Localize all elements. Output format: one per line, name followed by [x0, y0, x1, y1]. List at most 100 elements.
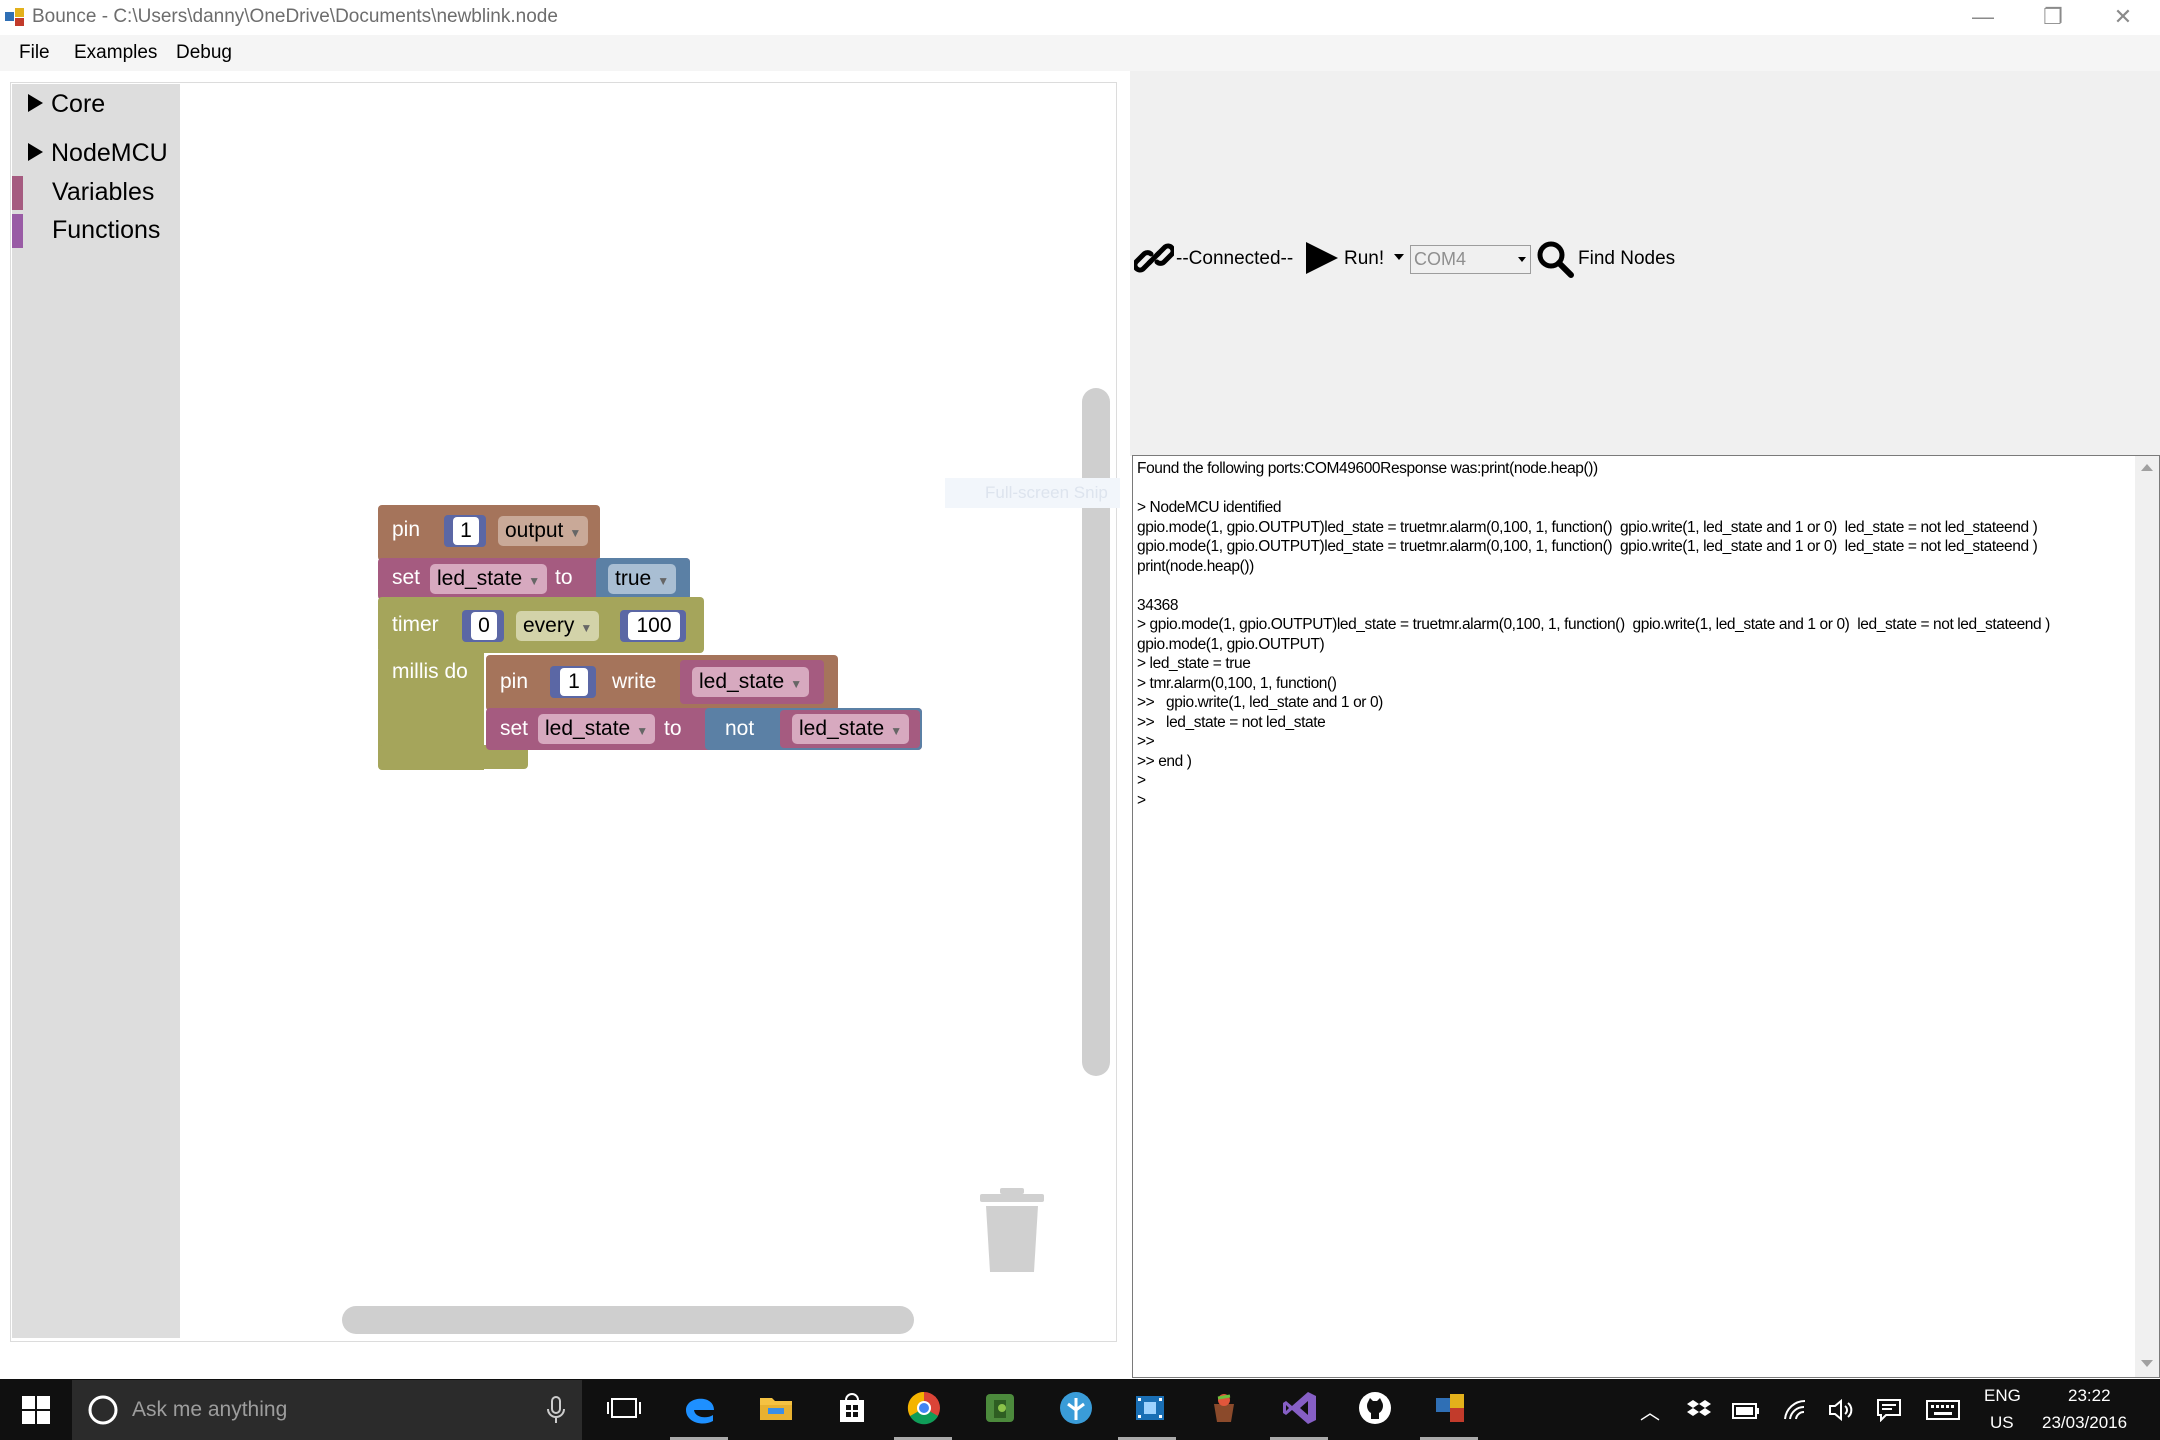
variable-dropdown[interactable]: led_state ▼	[692, 667, 810, 697]
window-title: Bounce - C:\Users\danny\OneDrive\Documen…	[32, 6, 558, 27]
dropdown-arrow-icon: ▼	[636, 724, 649, 738]
dropbox-icon[interactable]	[1686, 1398, 1712, 1427]
restore-icon: ❐	[2043, 4, 2063, 29]
chrome-icon[interactable]	[904, 1388, 944, 1428]
input-language[interactable]: ENG	[1984, 1386, 2021, 1406]
minimize-button[interactable]: —	[1950, 0, 2016, 34]
cortana-icon	[86, 1393, 120, 1432]
dropdown-value: led_state	[799, 717, 885, 740]
toolbox-label: NodeMCU	[51, 139, 168, 167]
dropdown-arrow-icon: ▼	[890, 724, 903, 738]
port-value: COM4	[1414, 249, 1467, 269]
tray-expand-icon[interactable]: ︿	[1640, 1396, 1660, 1425]
run-dropdown-arrow-icon[interactable]	[1394, 254, 1404, 260]
console-line: > led_state = true	[1137, 655, 1251, 672]
app-tree-icon[interactable]	[1056, 1388, 1096, 1428]
input-region[interactable]: US	[1990, 1413, 2014, 1433]
console-line: > NodeMCU identified	[1137, 499, 1282, 516]
variable-dropdown[interactable]: led_state ▼	[430, 564, 548, 594]
dropdown-value: output	[505, 519, 564, 542]
console-line: gpio.mode(1, gpio.OUTPUT)	[1137, 635, 1325, 653]
minimize-icon: —	[1972, 4, 1994, 29]
console-line: > tmr.alarm(0,100, 1, function()	[1137, 674, 1337, 692]
functions-color-stripe	[12, 214, 23, 248]
pin-mode-dropdown[interactable]: output ▼	[498, 516, 589, 546]
keyboard-icon[interactable]	[1926, 1400, 1960, 1425]
console-line: >> end )	[1137, 752, 1192, 770]
trash-icon[interactable]	[978, 1188, 1046, 1279]
console-scrollbar[interactable]	[2135, 456, 2159, 1377]
expand-arrow-icon	[28, 143, 43, 162]
console-line: >> gpio.write(1, led_state and 1 or 0)	[1137, 694, 1383, 711]
timer-interval-field[interactable]: 100	[628, 612, 680, 640]
block-keyword: to	[555, 566, 573, 589]
block-keyword: not	[725, 717, 755, 740]
restore-button[interactable]: ❐	[2020, 0, 2086, 34]
console-line: 34368	[1137, 596, 1179, 614]
close-icon: ✕	[2113, 4, 2133, 29]
visual-studio-icon[interactable]	[1280, 1388, 1320, 1428]
menu-debug[interactable]: Debug	[176, 42, 232, 64]
block-keyword: write	[612, 670, 657, 693]
menu-examples[interactable]: Examples	[74, 42, 157, 64]
dropdown-arrow-icon: ▼	[528, 574, 541, 588]
variable-dropdown[interactable]: led_state ▼	[792, 714, 910, 744]
block-keyword: set	[500, 717, 529, 740]
write-pin-field[interactable]: 1	[560, 668, 588, 696]
toolbox-category-nodemcu[interactable]: NodeMCU	[12, 139, 168, 168]
menu-file[interactable]: File	[19, 42, 50, 64]
dropdown-arrow-icon: ▼	[657, 574, 670, 588]
battery-icon[interactable]	[1732, 1402, 1760, 1425]
dropdown-value: every	[523, 614, 575, 637]
scroll-up-icon[interactable]	[2141, 464, 2153, 471]
connection-status: --Connected--	[1176, 248, 1294, 269]
edge-icon[interactable]	[680, 1388, 720, 1428]
evernote-icon[interactable]	[980, 1388, 1020, 1428]
pin-number-field[interactable]: 1	[453, 517, 479, 545]
movie-maker-icon[interactable]	[1130, 1388, 1170, 1428]
timer-repeat-dropdown[interactable]: every ▼	[516, 611, 600, 641]
toolbox-category-variables[interactable]: Variables	[52, 178, 154, 207]
variable-dropdown[interactable]: led_state ▼	[538, 714, 656, 744]
console-line: >	[1137, 772, 1146, 789]
expand-arrow-icon	[28, 94, 43, 113]
volume-icon[interactable]	[1828, 1398, 1854, 1427]
github-icon[interactable]	[1355, 1388, 1395, 1428]
console-line: >>	[1137, 733, 1155, 750]
action-center-icon[interactable]	[1876, 1398, 1902, 1427]
app-icon	[4, 6, 26, 28]
task-view-icon[interactable]	[604, 1388, 644, 1428]
toolbox-label: Core	[51, 90, 106, 118]
timer-body-label: millis do	[392, 660, 468, 683]
run-icon[interactable]	[1304, 240, 1340, 281]
block-keyword: pin	[392, 518, 421, 541]
search-icon[interactable]	[1536, 240, 1574, 283]
console-text: Found the following ports:COM49600Respon…	[1137, 459, 2127, 810]
console-line: >	[1137, 791, 1146, 809]
find-nodes-button[interactable]: Find Nodes	[1578, 248, 1675, 270]
link-icon[interactable]	[1132, 238, 1176, 283]
file-explorer-icon[interactable]	[756, 1388, 796, 1428]
scroll-down-icon[interactable]	[2141, 1360, 2153, 1367]
store-icon[interactable]	[832, 1388, 872, 1428]
workspace-horizontal-scrollbar[interactable]	[342, 1306, 914, 1334]
run-button[interactable]: Run!	[1344, 248, 1384, 270]
clock-date[interactable]: 23/03/2016	[2042, 1413, 2127, 1433]
boolean-dropdown[interactable]: true ▼	[608, 564, 677, 594]
menu-bar	[0, 35, 2160, 71]
windows-start-icon[interactable]	[22, 1396, 50, 1429]
port-select[interactable]: COM4	[1410, 245, 1531, 274]
close-button[interactable]: ✕	[2090, 0, 2156, 34]
snip-overlay-ghost: Full-screen Snip	[945, 478, 1120, 508]
wifi-icon[interactable]	[1782, 1398, 1808, 1427]
timer-id-field[interactable]: 0	[471, 612, 497, 640]
microphone-icon[interactable]	[546, 1396, 566, 1429]
chocolatey-icon[interactable]	[1204, 1388, 1244, 1428]
dropdown-value: led_state	[699, 670, 785, 693]
toolbox-category-functions[interactable]: Functions	[52, 216, 160, 245]
bounce-app-icon[interactable]	[1430, 1388, 1470, 1428]
clock-time[interactable]: 23:22	[2068, 1386, 2111, 1406]
toolbox-category-core[interactable]: Core	[12, 90, 105, 119]
